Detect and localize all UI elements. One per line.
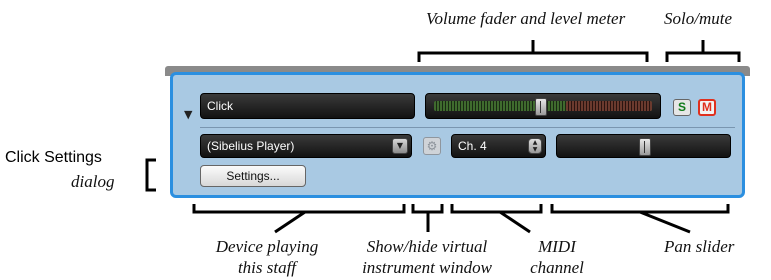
mixer-strip: ▼ Click S M (Sibelius Player) ▼ ⚙ Ch. 4 … [165,66,750,202]
click-settings-annotation: Click Settings [5,149,102,166]
showhide-annotation-line1: Show/hide virtual [366,237,488,256]
volume-fader[interactable] [425,93,661,119]
solo-mute-annotation: Solo/mute [664,9,732,28]
showhide-annotation-line2: instrument window [362,258,492,277]
pan-slider-knob[interactable] [639,138,651,156]
dialog-annotation: dialog [71,172,115,191]
mixer-strip-body: ▼ Click S M (Sibelius Player) ▼ ⚙ Ch. 4 … [170,72,745,198]
chevron-down-icon[interactable]: ▼ [392,138,408,154]
pan-bracket [550,204,730,214]
channel-value: Ch. 4 [458,139,487,153]
midi-pointer [499,210,531,234]
volume-fader-knob[interactable] [535,98,547,116]
midi-annotation: MIDI channel [522,236,592,278]
pan-slider[interactable] [556,134,731,158]
divider [200,127,735,128]
midi-annotation-line1: MIDI [538,237,576,256]
spinner-icon[interactable]: ▲ ▼ [528,138,542,154]
solo-button[interactable]: S [673,99,691,116]
device-annotation: Device playing this staff [196,236,338,278]
mute-button[interactable]: M [698,99,716,116]
staff-name-field[interactable]: Click [200,93,415,119]
volume-fader-annotation: Volume fader and level meter [426,9,626,28]
device-pointer [274,210,306,234]
triangle-down-icon[interactable]: ▼ [184,108,192,121]
midi-channel-field[interactable]: Ch. 4 ▲ ▼ [451,134,546,158]
showhide-annotation: Show/hide virtual instrument window [344,236,510,278]
settings-button[interactable]: Settings... [200,165,306,187]
gear-icon[interactable]: ⚙ [423,137,441,155]
settings-bracket [145,158,156,192]
volume-bracket [417,51,649,62]
showhide-bracket [411,204,444,214]
device-dropdown[interactable]: (Sibelius Player) ▼ [200,134,412,158]
level-meter-peak [566,101,652,111]
device-bracket [192,204,406,214]
device-annotation-line1: Device playing [215,237,319,256]
solomute-bracket [665,51,741,62]
pan-pointer [639,210,691,234]
midi-bracket [450,204,543,214]
device-value: (Sibelius Player) [207,139,295,153]
pan-annotation: Pan slider [664,237,735,256]
midi-annotation-line2: channel [530,258,584,277]
device-annotation-line2: this staff [237,258,297,277]
